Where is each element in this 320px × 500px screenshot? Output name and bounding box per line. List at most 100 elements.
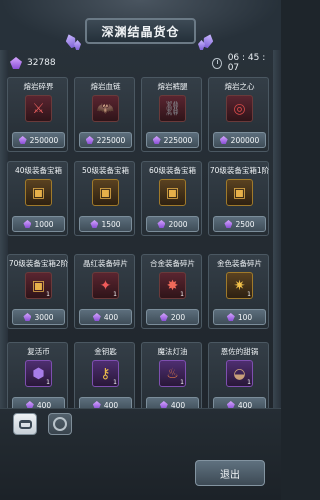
buy-button[interactable]: 100 (213, 309, 266, 325)
shop-item-card[interactable]: 60级装备宝箱 ▣ 2000 (141, 161, 202, 236)
treasure-chest-icon[interactable]: ▣ (159, 179, 186, 206)
item-name: 复活币 (27, 347, 50, 356)
item-quantity: 1 (113, 291, 117, 298)
item-name: 熔岩血链 (90, 82, 121, 91)
buy-button[interactable]: 3000 (12, 309, 65, 325)
purple-crystal-icon (224, 220, 233, 228)
shop-grid: 熔岩碎界 ⚔ 250000 熔岩血链 🦇 225000 熔岩裤腿 ⛓ 225000 熔岩之心 ◎ 20… (7, 77, 274, 412)
shop-item-card[interactable]: 50级装备宝箱 ▣ 1500 (74, 161, 135, 236)
item-price: 225000 (96, 135, 126, 145)
rune-tab-icon (53, 417, 67, 431)
exit-button[interactable]: 退出 (195, 460, 265, 486)
treasure-chest-icon[interactable]: ▣ (92, 179, 119, 206)
item-name: 晶红装备碎片 (83, 259, 128, 268)
item-price: 3000 (34, 312, 54, 322)
oil-lamp-icon[interactable]: ♨ 1 (159, 360, 186, 387)
bottom-bar (0, 408, 281, 500)
shop-tab-icon (18, 419, 32, 429)
item-price: 225000 (163, 135, 193, 145)
purple-crystal-icon (92, 313, 101, 321)
shop-item-card[interactable]: 晶红装备碎片 ✦ 1 400 (74, 254, 135, 329)
item-quantity: 1 (113, 379, 117, 386)
shop-item-card[interactable]: 70级装备宝箱2阶 ▣ 1 3000 (7, 254, 68, 329)
treasure-chest-icon[interactable]: ▣ (226, 179, 253, 206)
item-name: 70级装备宝箱1阶 (209, 166, 270, 175)
buy-button[interactable]: 225000 (79, 132, 132, 148)
buy-button[interactable]: 250000 (12, 132, 65, 148)
shop-item-card[interactable]: 金钥匙 ⚷ 1 400 (74, 342, 135, 412)
purple-crystal-icon (23, 220, 32, 228)
shop-item-card[interactable]: 熔岩碎界 ⚔ 250000 (7, 77, 68, 152)
buy-button[interactable]: 2500 (213, 216, 266, 232)
red-crystal-shard-icon[interactable]: ✦ 1 (92, 272, 119, 299)
buy-button[interactable]: 225000 (146, 132, 199, 148)
item-price: 200000 (230, 135, 260, 145)
treasure-chest-icon[interactable]: ▣ (25, 179, 52, 206)
clock-icon (212, 57, 222, 69)
tab-rune[interactable] (48, 413, 72, 435)
shop-item-card[interactable]: 熔岩之心 ◎ 200000 (208, 77, 269, 152)
shop-item-card[interactable]: 恩佐的甜锅 ◒ 1 400 (208, 342, 269, 412)
timer-value: 06 : 45 : 07 (227, 53, 266, 73)
purple-crystal-icon (226, 313, 235, 321)
buy-button[interactable]: 400 (79, 309, 132, 325)
purple-crystal-icon (90, 220, 99, 228)
purple-crystal-icon (152, 136, 161, 144)
item-price: 1000 (34, 219, 54, 229)
item-name: 魔法灯油 (157, 347, 188, 356)
item-price: 2500 (235, 219, 255, 229)
buy-button[interactable]: 1000 (12, 216, 65, 232)
page-title: 深渊结晶货仓 (85, 18, 196, 44)
shop-item-card[interactable]: 40级装备宝箱 ▣ 1000 (7, 161, 68, 236)
treasure-chest-icon[interactable]: ▣ 1 (25, 272, 52, 299)
item-quantity: 1 (180, 379, 184, 386)
shop-item-card[interactable]: 魔法灯油 ♨ 1 400 (141, 342, 202, 412)
item-price: 100 (237, 312, 253, 322)
header-banner: 深渊结晶货仓 (0, 0, 281, 50)
item-name: 50级装备宝箱 (81, 166, 130, 175)
red-weapon-icon[interactable]: ⚔ (25, 95, 52, 122)
gold-key-icon[interactable]: ⚷ 1 (92, 360, 119, 387)
buy-button[interactable]: 2000 (146, 216, 199, 232)
shop-item-card[interactable]: 熔岩血链 🦇 225000 (74, 77, 135, 152)
tab-shop[interactable] (13, 413, 37, 435)
item-price: 250000 (29, 135, 59, 145)
red-alloy-shard-icon[interactable]: ✸ 1 (159, 272, 186, 299)
item-name: 恩佐的甜锅 (220, 347, 259, 356)
right-pillar (273, 40, 281, 460)
shop-item-card[interactable]: 合金装备碎片 ✸ 1 200 (141, 254, 202, 329)
shop-item-card[interactable]: 金色装备碎片 ✷ 1 100 (208, 254, 269, 329)
item-quantity: 1 (247, 379, 251, 386)
purple-crystal-icon (159, 313, 168, 321)
item-quantity: 1 (46, 379, 50, 386)
item-name: 60级装备宝箱 (148, 166, 197, 175)
purple-coin-icon[interactable]: ⬢ 1 (25, 360, 52, 387)
item-price: 1500 (101, 219, 121, 229)
shop-item-card[interactable]: 熔岩裤腿 ⛓ 225000 (141, 77, 202, 152)
purple-crystal-icon (18, 136, 27, 144)
buy-button[interactable]: 200000 (213, 132, 266, 148)
item-name: 熔岩裤腿 (157, 82, 188, 91)
item-price: 200 (170, 312, 186, 322)
buy-button[interactable]: 200 (146, 309, 199, 325)
refresh-timer: 06 : 45 : 07 (212, 53, 272, 73)
item-name: 金钥匙 (94, 347, 117, 356)
sweet-pot-icon[interactable]: ◒ 1 (226, 360, 253, 387)
item-name: 熔岩之心 (224, 82, 255, 91)
item-name: 合金装备碎片 (150, 259, 195, 268)
purple-crystal-icon (10, 57, 22, 69)
bat-creature-icon[interactable]: 🦇 (92, 95, 119, 122)
buy-button[interactable]: 1500 (79, 216, 132, 232)
currency-display: 32788 (10, 56, 72, 70)
item-quantity: 1 (180, 291, 184, 298)
shop-item-card[interactable]: 复活币 ⬢ 1 400 (7, 342, 68, 412)
item-price: 400 (103, 312, 119, 322)
purple-crystal-icon (85, 136, 94, 144)
gold-shard-icon[interactable]: ✷ 1 (226, 272, 253, 299)
item-name: 70级装备宝箱2阶 (8, 259, 69, 268)
item-name: 金色装备碎片 (217, 259, 262, 268)
currency-amount: 32788 (27, 58, 56, 68)
armor-pants-icon[interactable]: ⛓ (159, 95, 186, 122)
necklace-icon[interactable]: ◎ (226, 95, 253, 122)
shop-item-card[interactable]: 70级装备宝箱1阶 ▣ 2500 (208, 161, 269, 236)
